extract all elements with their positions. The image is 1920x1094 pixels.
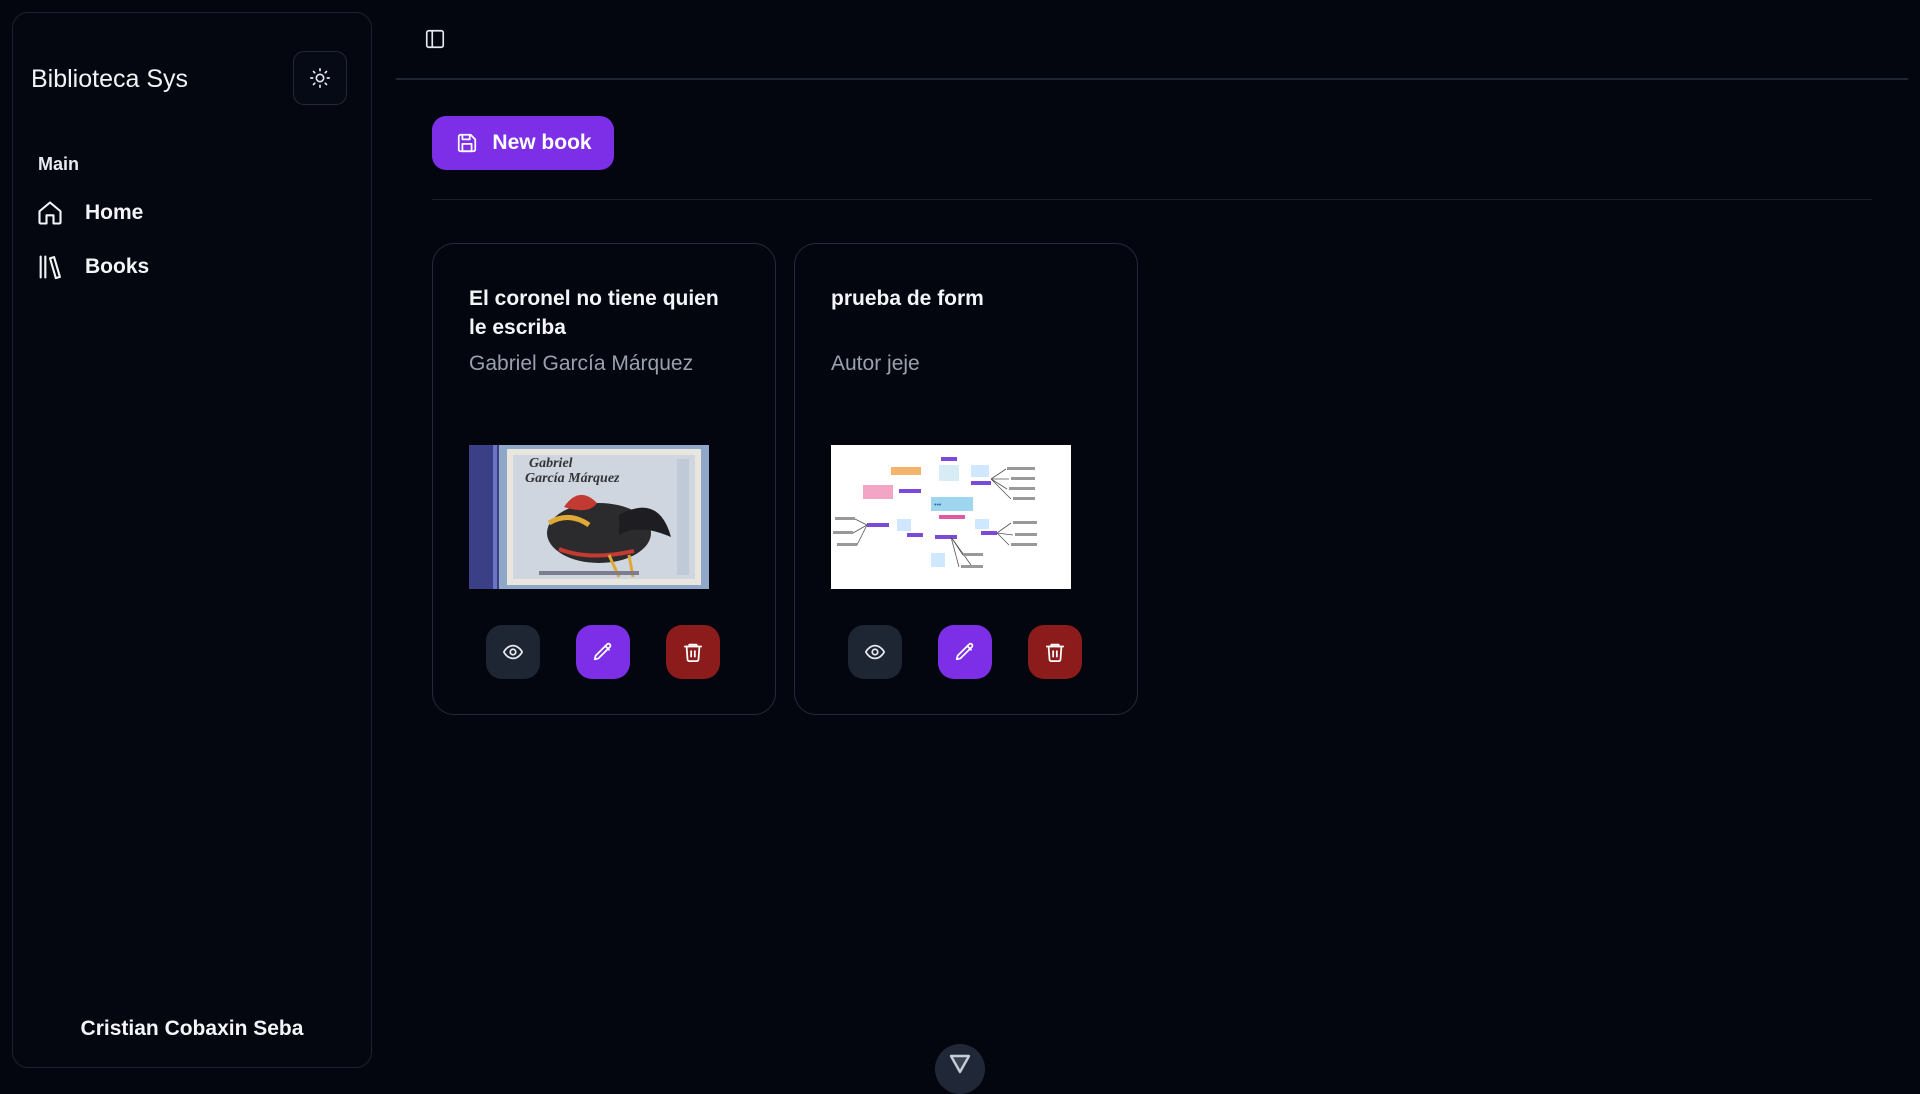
sidebar: Biblioteca Sys Main Home Books Cristian …	[12, 12, 372, 1068]
trash-icon	[1045, 643, 1065, 663]
sidebar-item-home[interactable]: Home	[35, 191, 351, 235]
content-divider	[432, 199, 1872, 200]
sidebar-section-main: Main	[38, 154, 80, 174]
new-book-label: New book	[492, 131, 592, 154]
card-actions	[486, 625, 722, 679]
library-icon	[35, 252, 65, 282]
book-cover-image: •••	[831, 445, 1071, 589]
svg-text:•••: •••	[934, 502, 942, 509]
home-icon	[35, 198, 65, 228]
edit-book-button[interactable]	[938, 625, 992, 679]
delete-book-button[interactable]	[1028, 625, 1082, 679]
scroll-down-button[interactable]	[935, 1044, 985, 1094]
panel-left-icon	[425, 29, 445, 49]
app-brand: Biblioteca Sys	[31, 65, 189, 93]
edit-book-button[interactable]	[576, 625, 630, 679]
sidebar-item-label: Home	[85, 201, 144, 224]
card-actions	[848, 625, 1084, 679]
sidebar-item-label: Books	[85, 255, 150, 278]
user-name[interactable]: Cristian Cobaxin Seba	[13, 1017, 371, 1041]
book-title: El coronel no tiene quien le escriba	[469, 287, 719, 339]
book-title: prueba de form	[831, 287, 984, 310]
chevron-down-icon	[949, 1054, 971, 1074]
delete-book-button[interactable]	[666, 625, 720, 679]
svg-text:Gabriel: Gabriel	[529, 456, 573, 471]
view-book-button[interactable]	[486, 625, 540, 679]
topbar-divider	[396, 78, 1908, 80]
pencil-icon	[955, 642, 974, 661]
book-author: Autor jeje	[831, 352, 920, 375]
view-book-button[interactable]	[848, 625, 902, 679]
book-cover-image: Gabriel García Márquez	[469, 445, 709, 589]
eye-icon	[502, 644, 524, 660]
book-card: El coronel no tiene quien le escriba Gab…	[432, 243, 776, 715]
theme-toggle-button[interactable]	[293, 51, 347, 105]
eye-icon	[864, 644, 886, 660]
book-author: Gabriel García Márquez	[469, 352, 694, 375]
trash-icon	[683, 643, 703, 663]
sun-icon	[310, 68, 330, 88]
new-book-button[interactable]: New book	[432, 116, 614, 170]
save-icon	[454, 130, 480, 156]
sidebar-toggle-button[interactable]	[420, 24, 450, 54]
sidebar-item-books[interactable]: Books	[35, 245, 351, 289]
pencil-icon	[593, 642, 612, 661]
sidebar-header: Biblioteca Sys	[31, 51, 353, 105]
book-card: prueba de form Autor jeje •••	[794, 243, 1138, 715]
svg-text:García Márquez: García Márquez	[525, 471, 620, 486]
